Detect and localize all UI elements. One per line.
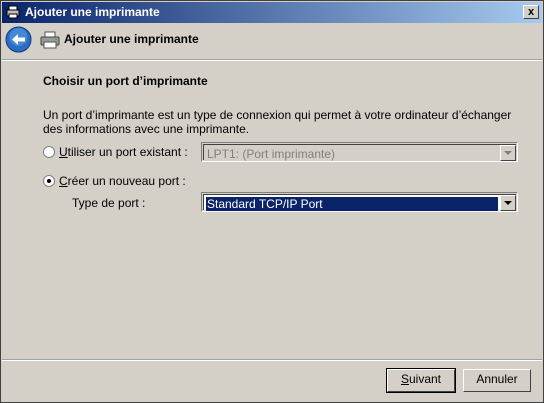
next-label: uivant <box>408 372 442 386</box>
existing-port-option[interactable]: Utiliser un port existant : <box>43 145 188 159</box>
new-port-accel: C <box>59 174 68 188</box>
wizard-header: Ajouter une imprimante <box>2 23 542 59</box>
port-type-select[interactable]: Standard TCP/IP Port <box>201 192 518 212</box>
footer-divider <box>2 359 542 361</box>
close-icon: x <box>527 6 535 18</box>
printer-icon <box>40 31 60 49</box>
next-button[interactable]: Suivant <box>386 368 456 393</box>
title-bar[interactable]: Ajouter une imprimante x <box>2 2 542 23</box>
back-button[interactable] <box>5 26 32 53</box>
port-type-label: Type de port : <box>72 196 146 210</box>
window-title: Ajouter une imprimante <box>25 5 160 19</box>
existing-port-label: tiliser un port existant : <box>67 145 188 159</box>
section-title: Choisir un port d’imprimante <box>43 74 208 88</box>
printer-wizard-icon <box>5 5 21 19</box>
next-accel: S <box>400 372 409 386</box>
port-type-value: Standard TCP/IP Port <box>206 197 498 211</box>
existing-port-dropdown-icon[interactable] <box>500 145 516 161</box>
new-port-radio[interactable] <box>43 175 55 187</box>
new-port-label: réer un nouveau port : <box>67 174 186 188</box>
back-arrow-icon <box>5 26 32 53</box>
port-type-dropdown-icon[interactable] <box>500 195 516 211</box>
existing-port-accel: U <box>59 145 68 159</box>
existing-port-radio[interactable] <box>43 146 55 158</box>
header-title: Ajouter une imprimante <box>64 32 199 46</box>
cancel-button[interactable]: Annuler <box>463 369 531 392</box>
existing-port-value: LPT1: (Port imprimante) <box>207 147 336 161</box>
add-printer-window: Ajouter une imprimante x Ajouter une imp… <box>0 0 544 403</box>
new-port-option[interactable]: Créer un nouveau port : <box>43 174 186 188</box>
section-description: Un port d’imprimante est un type de conn… <box>43 108 512 136</box>
existing-port-select[interactable]: LPT1: (Port imprimante) <box>201 142 518 162</box>
header-divider <box>2 59 542 61</box>
close-button[interactable]: x <box>523 5 539 19</box>
cancel-label: Annuler <box>476 372 518 386</box>
